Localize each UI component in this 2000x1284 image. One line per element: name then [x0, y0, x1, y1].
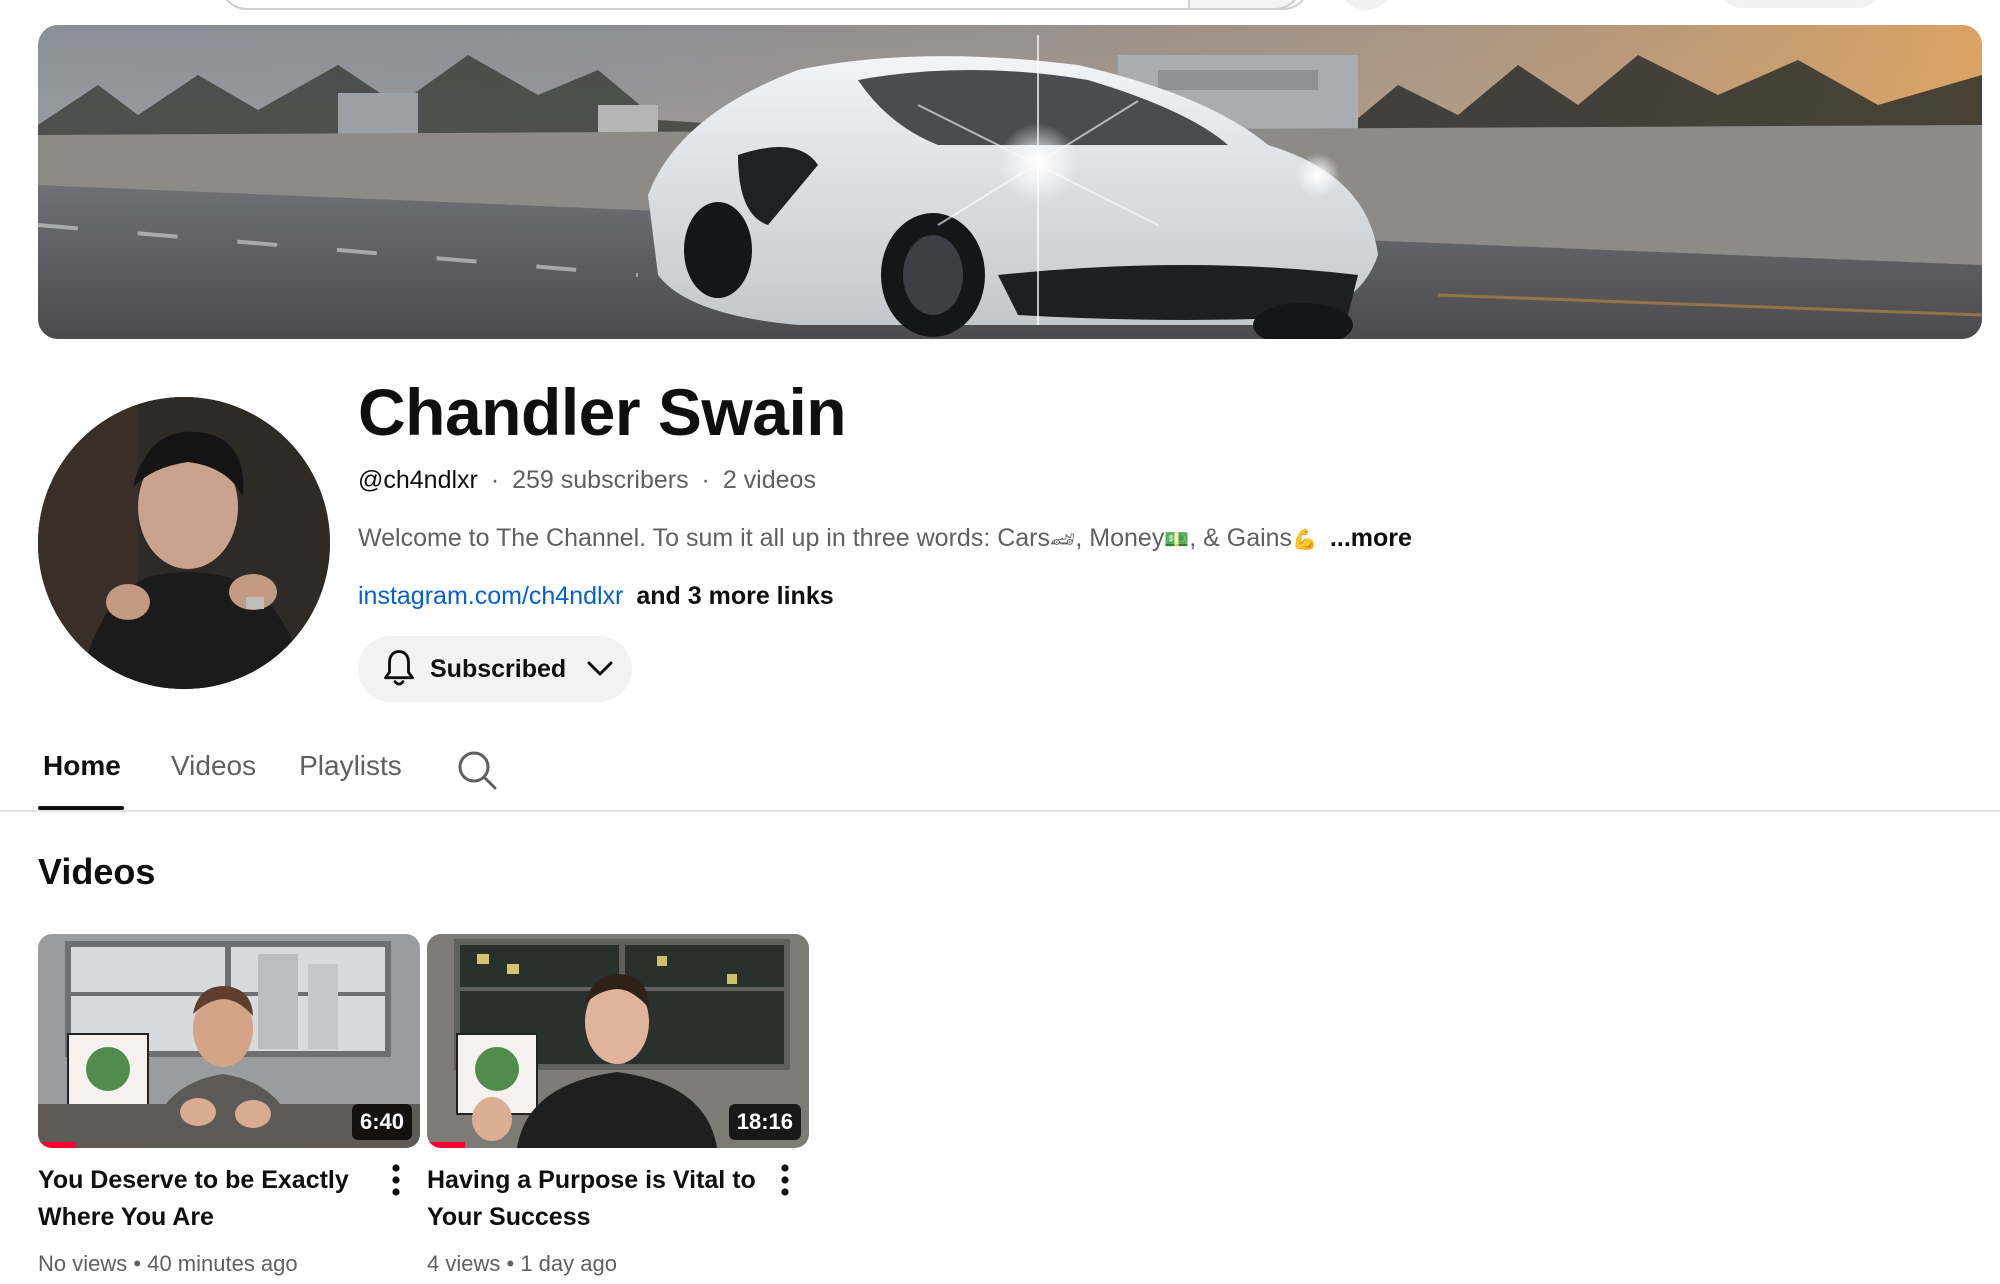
search-icon[interactable] — [455, 748, 499, 792]
channel-banner — [38, 25, 1982, 339]
channel-name: Chandler Swain — [358, 375, 847, 449]
subscribed-label: Subscribed — [430, 654, 567, 683]
description-text: Welcome to The Channel. To sum it all up… — [358, 524, 1050, 552]
bell-icon — [384, 650, 414, 686]
meta-separator: • — [133, 1251, 142, 1276]
banner-image — [38, 25, 1982, 339]
tab-home[interactable]: Home — [38, 742, 124, 810]
upload-age: 40 minutes ago — [147, 1251, 298, 1276]
view-count: No views — [38, 1251, 128, 1276]
voice-search-button[interactable] — [1338, 0, 1394, 10]
video-title[interactable]: You Deserve to be Exactly Where You Are — [38, 1162, 368, 1236]
upload-age: 1 day ago — [520, 1251, 617, 1276]
video-thumbnail[interactable]: 18:16 — [427, 934, 809, 1148]
search-input[interactable] — [220, 0, 1310, 10]
tabs-divider — [0, 810, 2000, 812]
avatar-image — [38, 397, 330, 689]
subscribed-button[interactable]: Subscribed — [358, 636, 632, 702]
video-count: 2 videos — [722, 466, 816, 494]
meta-separator: · — [701, 466, 710, 494]
description-text: , Money — [1075, 524, 1165, 552]
video-duration: 18:16 — [728, 1104, 801, 1140]
more-links-button[interactable]: and 3 more links — [636, 582, 833, 610]
video-card[interactable]: 18:16 Having a Purpose is Vital to Your … — [427, 934, 809, 1276]
channel-handle: @ch4ndlxr — [358, 466, 478, 494]
tab-playlists[interactable]: Playlists — [294, 742, 407, 810]
view-count: 4 views — [427, 1251, 501, 1276]
video-meta: 4 views • 1 day ago — [427, 1249, 617, 1279]
instagram-link[interactable]: instagram.com/ch4ndlxr — [358, 582, 623, 610]
video-thumbnail[interactable]: 6:40 — [38, 934, 420, 1148]
channel-meta: @ch4ndlxr · 259 subscribers · 2 videos — [358, 462, 816, 498]
description-text: , & Gains — [1189, 524, 1293, 552]
description-more-link[interactable]: ...more — [1330, 524, 1412, 552]
subscriber-count: 259 subscribers — [512, 466, 689, 494]
video-duration: 6:40 — [351, 1104, 412, 1140]
section-title[interactable]: Videos — [38, 848, 155, 896]
channel-avatar[interactable] — [38, 397, 330, 689]
money-emoji: 💵 — [1164, 527, 1190, 551]
meta-separator: • — [506, 1251, 515, 1276]
video-title[interactable]: Having a Purpose is Vital to Your Succes… — [427, 1162, 757, 1236]
video-card[interactable]: 6:40 You Deserve to be Exactly Where You… — [38, 934, 420, 1276]
more-vert-icon[interactable] — [775, 1162, 795, 1202]
channel-description[interactable]: Welcome to The Channel. To sum it all up… — [358, 520, 1412, 557]
video-meta: No views • 40 minutes ago — [38, 1249, 298, 1279]
watch-progress-bar — [427, 1142, 466, 1148]
channel-links: instagram.com/ch4ndlxr and 3 more links — [358, 578, 834, 614]
create-button[interactable] — [1718, 0, 1882, 8]
more-vert-icon[interactable] — [386, 1162, 406, 1202]
top-bar — [0, 0, 2000, 12]
watch-progress-bar — [38, 1142, 77, 1148]
channel-tabs: Home Videos Playlists — [38, 742, 499, 810]
flexed-biceps-emoji: 💪 — [1292, 527, 1317, 551]
tab-videos[interactable]: Videos — [166, 742, 261, 810]
chevron-down-icon — [587, 661, 613, 676]
meta-separator: · — [490, 466, 500, 494]
race-car-emoji: 🏎 — [1050, 527, 1076, 551]
